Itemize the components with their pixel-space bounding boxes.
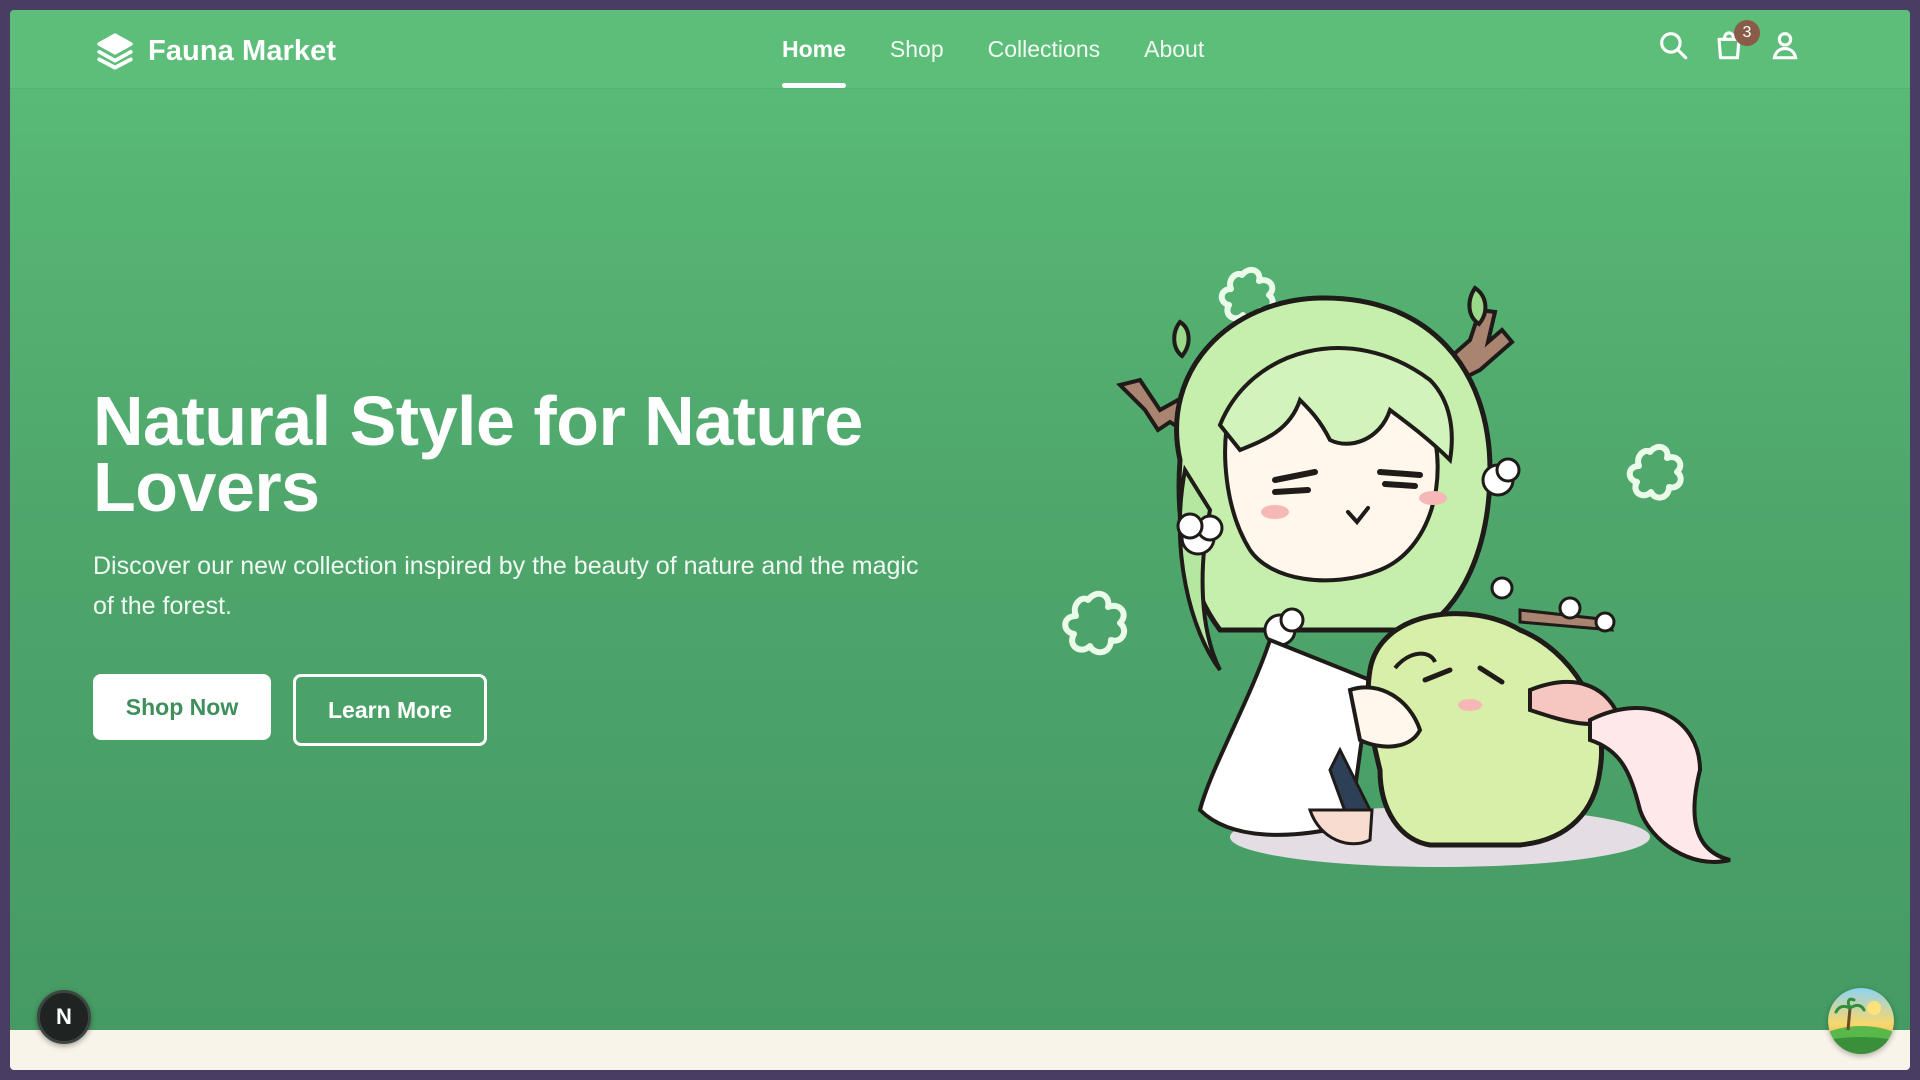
nav-actions: 3: [1656, 20, 1802, 62]
main-nav: Home Shop Collections About: [782, 10, 1204, 88]
hero-section: Natural Style for Nature Lovers Discover…: [93, 386, 953, 746]
dev-tools-badge[interactable]: N: [37, 990, 91, 1044]
blush-left: [1261, 505, 1289, 519]
cart-count-badge: 3: [1734, 20, 1760, 46]
search-button[interactable]: [1656, 28, 1690, 62]
hero-actions: Shop Now Learn More: [93, 674, 953, 746]
browser-viewport: Fauna Market Home Shop Collections About: [10, 10, 1910, 1070]
nav-link-collections[interactable]: Collections: [988, 10, 1101, 88]
next-section-edge: [10, 1030, 1910, 1070]
nav-link-shop[interactable]: Shop: [890, 10, 944, 88]
learn-more-button[interactable]: Learn More: [293, 674, 487, 746]
hero-title-line-2: Lovers: [93, 448, 320, 526]
shop-now-button[interactable]: Shop Now: [93, 674, 271, 740]
creature-blush: [1458, 699, 1482, 711]
brand-name: Fauna Market: [148, 34, 337, 67]
hero-illustration: [1062, 266, 1731, 867]
search-icon: [1660, 32, 1688, 60]
nav-link-about[interactable]: About: [1144, 10, 1204, 88]
island-sunset-icon: [1828, 988, 1894, 1054]
blush-right: [1419, 491, 1447, 505]
account-button[interactable]: [1768, 28, 1802, 62]
user-icon: [1772, 32, 1798, 60]
hero-subtitle: Discover our new collection inspired by …: [93, 552, 919, 620]
layers-icon: [97, 33, 133, 70]
landing-page: Fauna Market Home Shop Collections About: [10, 10, 1910, 1070]
top-navbar: Fauna Market Home Shop Collections About: [10, 10, 1910, 88]
cart-button[interactable]: 3: [1712, 20, 1760, 62]
brand-logo-link[interactable]: Fauna Market: [94, 30, 336, 72]
nav-link-home[interactable]: Home: [782, 10, 846, 88]
assistant-launcher-button[interactable]: [1828, 988, 1894, 1054]
hero-title: Natural Style for Nature Lovers: [93, 386, 953, 522]
